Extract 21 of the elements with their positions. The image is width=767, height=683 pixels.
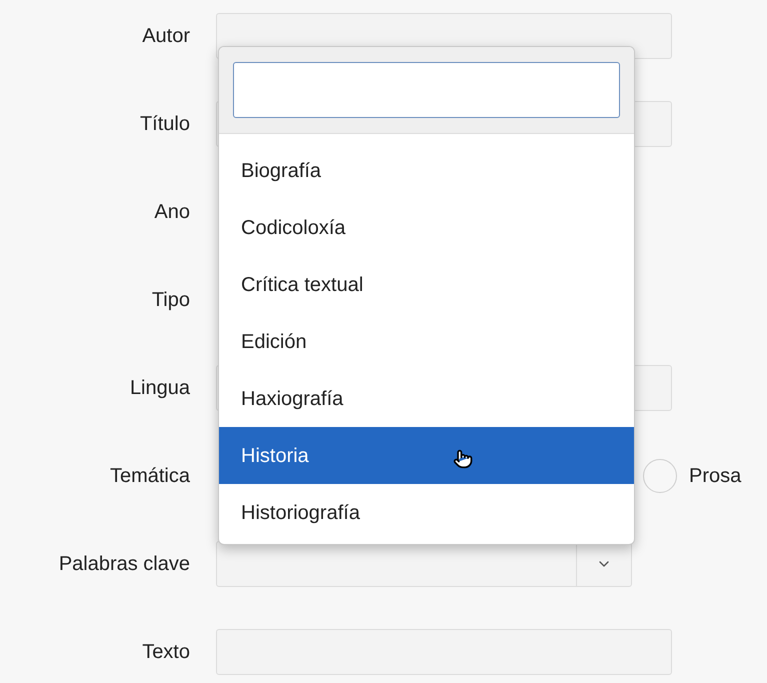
field-label: Texto	[142, 640, 190, 665]
dropdown-option[interactable]: Codicoloxía	[219, 199, 634, 256]
select-field[interactable]	[216, 541, 632, 587]
dropdown-option[interactable]: Historia	[219, 427, 634, 484]
dropdown-option[interactable]: Historiografía	[219, 484, 634, 541]
field-label: Título	[140, 112, 190, 137]
dropdown-option[interactable]: Crítica textual	[219, 256, 634, 313]
field-label: Tipo	[152, 288, 190, 313]
hand-pointer-icon	[453, 449, 473, 469]
dropdown-option[interactable]: Haxiografía	[219, 370, 634, 427]
search-field[interactable]	[233, 62, 620, 118]
field-label: Ano	[154, 200, 190, 225]
field-label: Autor	[142, 24, 190, 49]
field-label: Lingua	[130, 376, 190, 401]
text-field[interactable]	[216, 629, 672, 675]
field-label: Temática	[110, 464, 190, 489]
radio-label: Prosa	[689, 464, 742, 489]
field-label: Palabras clave	[58, 552, 190, 577]
dropdown-option[interactable]: Biografía	[219, 142, 634, 199]
dropdown-option[interactable]: Edición	[219, 313, 634, 370]
radio-button[interactable]	[643, 459, 677, 493]
